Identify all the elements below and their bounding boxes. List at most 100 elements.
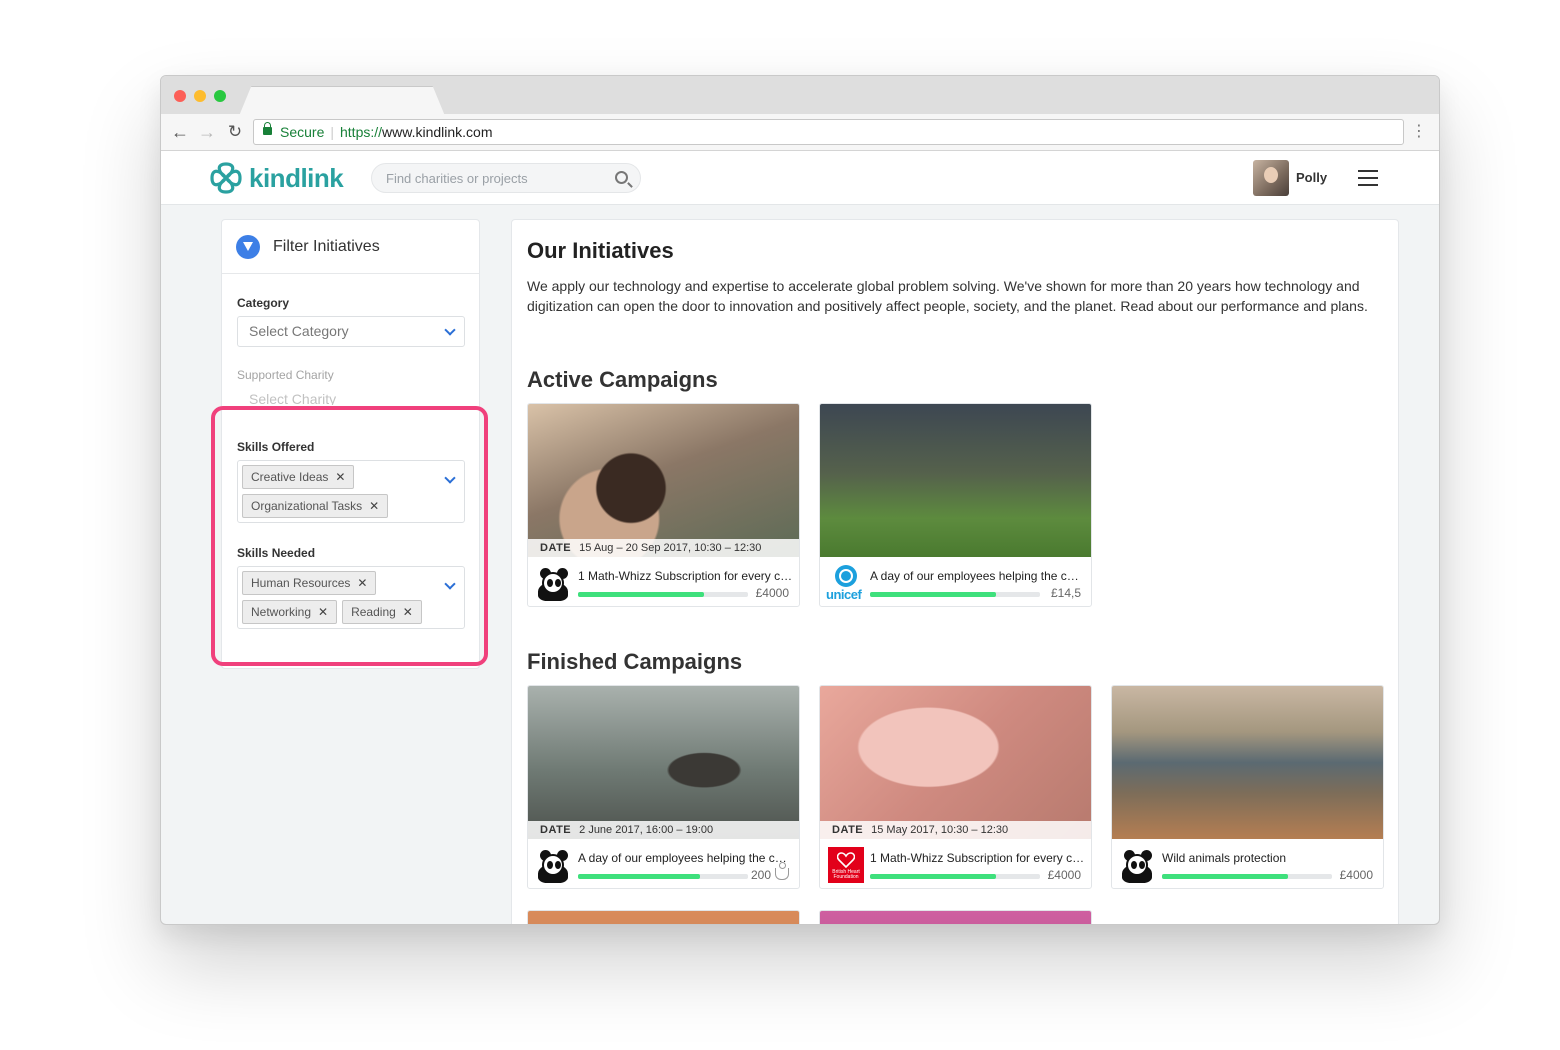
- url-separator: |: [330, 124, 334, 140]
- category-select[interactable]: Select Category: [237, 316, 465, 347]
- campaign-image: [820, 404, 1091, 557]
- browser-menu-icon[interactable]: ⋮: [1411, 122, 1427, 142]
- maximize-window-button[interactable]: [214, 90, 226, 102]
- campaign-amount: £4000: [755, 586, 789, 600]
- finished-campaigns-title: Finished Campaigns: [527, 649, 743, 674]
- remove-chip-icon[interactable]: ✕: [357, 572, 367, 594]
- chevron-down-icon: [444, 324, 456, 336]
- kindlink-logo-icon: [210, 162, 242, 194]
- campaign-progress-bar: [578, 592, 748, 597]
- skills-needed-select[interactable]: Human Resources ✕ Networking ✕ Reading ✕: [237, 566, 465, 629]
- campaign-card[interactable]: DATE 2 June 2017, 16:00 – 19:00 A day of o…: [527, 685, 800, 889]
- search-icon[interactable]: [615, 171, 628, 184]
- brand-name: kindlink: [249, 162, 344, 193]
- chip-label: Reading: [351, 605, 396, 619]
- remove-chip-icon[interactable]: ✕: [403, 601, 413, 623]
- supported-charity-select[interactable]: Select Charity: [237, 388, 465, 406]
- skill-chip[interactable]: Creative Ideas ✕: [242, 465, 355, 489]
- page-title: Our Initiatives: [527, 238, 674, 263]
- filter-header: Filter Initiatives: [222, 220, 479, 274]
- campaign-date: DATE 15 May 2017, 10:30 – 12:30: [820, 821, 1091, 839]
- filter-icon: [236, 235, 260, 259]
- campaign-image: [820, 686, 1091, 839]
- title-bar: [161, 76, 1439, 116]
- category-label: Category: [237, 296, 290, 310]
- back-arrow-icon[interactable]: ←: [169, 121, 191, 143]
- skill-chip[interactable]: Reading ✕: [342, 600, 422, 624]
- close-window-button[interactable]: [174, 90, 186, 102]
- campaign-date: DATE 15 Aug – 20 Sep 2017, 10:30 – 12:30: [528, 539, 799, 557]
- campaign-card[interactable]: [819, 910, 1092, 924]
- chip-label: Networking: [251, 605, 312, 619]
- wwf-panda-icon: [1120, 847, 1156, 883]
- secure-label: Secure: [280, 124, 325, 140]
- campaign-date: DATE 2 June 2017, 16:00 – 19:00: [528, 821, 799, 839]
- skill-chip[interactable]: Human Resources ✕: [242, 571, 377, 595]
- browser-window: ← → ↻ Secure | https://www.kindlink.com ⋮ …: [160, 75, 1440, 925]
- search-bar: [371, 163, 641, 193]
- campaign-image: [528, 404, 799, 557]
- chevron-down-icon: [444, 578, 456, 590]
- remove-chip-icon[interactable]: ✕: [318, 601, 328, 623]
- browser-toolbar: ← → ↻ Secure | https://www.kindlink.com ⋮: [161, 114, 1439, 151]
- campaign-amount: 200: [751, 862, 789, 882]
- campaign-title[interactable]: 1 Math-Whizz Subscription for every chil…: [870, 851, 1085, 865]
- campaign-title[interactable]: 1 Math-Whizz Subscription for every chil…: [578, 569, 793, 583]
- skill-chip[interactable]: Networking ✕: [242, 600, 338, 624]
- url-host: www.kindlink.com: [382, 124, 493, 140]
- minimize-window-button[interactable]: [194, 90, 206, 102]
- remove-chip-icon[interactable]: ✕: [335, 466, 345, 488]
- campaign-card[interactable]: unicef A day of our employees helping the…: [819, 403, 1092, 607]
- hamburger-menu-icon[interactable]: [1358, 170, 1378, 186]
- unicef-logo-icon: unicef: [826, 565, 864, 602]
- wwf-panda-icon: [536, 565, 572, 601]
- filter-title: Filter Initiatives: [273, 238, 380, 255]
- campaign-image: [1112, 686, 1383, 839]
- main-content: Our Initiatives We apply our technology …: [511, 219, 1399, 924]
- supported-charity-label: Supported Charity: [237, 368, 334, 382]
- active-campaigns-title: Active Campaigns: [527, 367, 718, 392]
- skills-offered-select[interactable]: Creative Ideas ✕ Organizational Tasks ✕: [237, 460, 465, 523]
- campaign-amount: £14,5: [1050, 586, 1081, 600]
- campaign-amount: £4000: [1047, 868, 1081, 882]
- campaign-progress-bar: [1162, 874, 1332, 879]
- user-name[interactable]: Polly: [1296, 170, 1327, 185]
- campaign-amount: £4000: [1339, 868, 1373, 882]
- address-bar[interactable]: Secure | https://www.kindlink.com: [253, 119, 1404, 145]
- wwf-panda-icon: [536, 847, 572, 883]
- campaign-progress-bar: [578, 874, 748, 879]
- chip-label: Organizational Tasks: [251, 499, 363, 513]
- category-placeholder: Select Category: [249, 323, 349, 339]
- reload-icon[interactable]: ↻: [224, 121, 246, 143]
- kindlink-logo[interactable]: kindlink: [209, 161, 344, 195]
- skill-chip[interactable]: Organizational Tasks ✕: [242, 494, 389, 518]
- campaign-card[interactable]: DATE 15 May 2017, 10:30 – 12:30 British He…: [819, 685, 1092, 889]
- helper-hands-icon: [775, 862, 789, 880]
- url-protocol: https://: [340, 124, 383, 140]
- campaign-image: [528, 686, 799, 839]
- campaign-title[interactable]: A day of our employees helping the commu…: [578, 851, 793, 865]
- intro-text: We apply our technology and expertise to…: [527, 278, 1368, 314]
- chevron-down-icon: [444, 472, 456, 484]
- remove-chip-icon[interactable]: ✕: [369, 495, 379, 517]
- campaign-card[interactable]: Wild animals protection £4000: [1111, 685, 1384, 889]
- campaign-progress-bar: [870, 874, 1040, 879]
- chip-label: Human Resources: [251, 576, 351, 590]
- forward-arrow-icon[interactable]: →: [196, 121, 218, 143]
- bhf-logo-icon: British Heart Foundation: [828, 847, 864, 883]
- skills-offered-label: Skills Offered: [237, 440, 315, 454]
- avatar[interactable]: [1253, 160, 1289, 196]
- chip-label: Creative Ideas: [251, 470, 329, 484]
- campaign-title[interactable]: Wild animals protection: [1162, 851, 1377, 865]
- campaign-title[interactable]: A day of our employees helping the commu…: [870, 569, 1085, 583]
- filter-sidebar: Filter Initiatives Category Select Categ…: [221, 219, 480, 669]
- search-input[interactable]: [372, 164, 592, 192]
- campaign-image: [528, 911, 799, 924]
- site-header: kindlink Polly: [161, 151, 1439, 205]
- campaign-card[interactable]: DATE 15 Aug – 20 Sep 2017, 10:30 – 12:30 1…: [527, 403, 800, 607]
- campaign-card[interactable]: [527, 910, 800, 924]
- lock-icon: [263, 122, 272, 135]
- browser-tab[interactable]: [239, 86, 445, 116]
- supported-charity-placeholder: Select Charity: [249, 391, 337, 406]
- campaign-image: [820, 911, 1091, 924]
